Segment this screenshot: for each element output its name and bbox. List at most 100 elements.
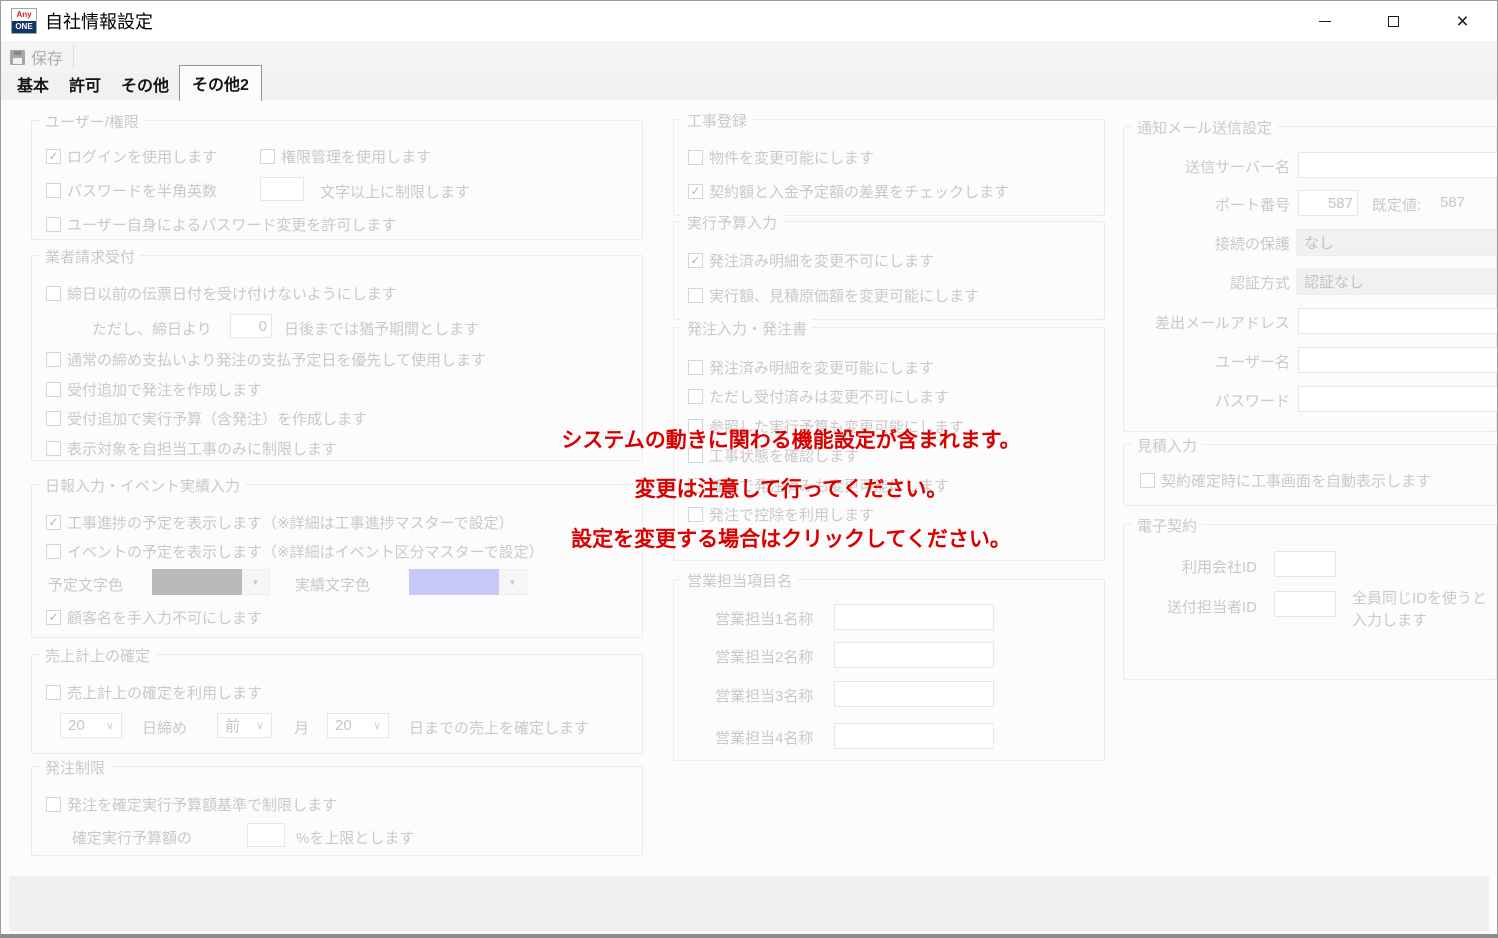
tab-other[interactable]: その他	[111, 69, 179, 100]
checkbox-no-manual-customer[interactable]	[46, 610, 61, 625]
port-input[interactable]	[1298, 190, 1358, 216]
chevron-down-icon: ∨	[256, 719, 264, 732]
checkbox-self-password-change[interactable]	[46, 217, 61, 232]
plan-text-color-dropdown[interactable]: ▼	[152, 569, 270, 595]
checkbox-label: ただし受付済みは変更不可にします	[709, 386, 949, 407]
tab-page-other2: ユーザー/権限 ログインを使用します 権限管理を使用します パスワードを半角英数…	[1, 100, 1497, 934]
checkbox-property-editable[interactable]	[688, 150, 703, 165]
checkbox-label: 実行額、見積原価額を変更可能にします	[709, 285, 979, 306]
mail-username-label: ユーザー名	[1130, 351, 1290, 372]
checkbox-restrict-own-projects[interactable]	[46, 441, 61, 456]
sales-rep2-label: 営業担当2名称	[715, 646, 813, 667]
close-button[interactable]: ×	[1428, 1, 1497, 41]
checkbox-label: 顧客名を手入力不可にします	[67, 607, 262, 628]
mail-password-label: パスワード	[1130, 390, 1290, 411]
group-construction-registration: 工事登録 物件を変更可能にします 契約額と入金予定額の差異をチェックします	[673, 119, 1105, 216]
sales-rep3-name-input[interactable]	[834, 681, 994, 707]
checkbox-use-permission-mgmt[interactable]	[260, 149, 275, 164]
sender-id-input[interactable]	[1274, 591, 1336, 617]
month-offset-select[interactable]: 前 ∨	[217, 713, 272, 738]
checkbox-row-password-alnum: パスワードを半角英数	[46, 179, 217, 201]
limit-percent-input[interactable]	[247, 823, 285, 847]
group-title: 見積入力	[1132, 435, 1202, 456]
password-min-length-input[interactable]	[260, 177, 304, 201]
checkbox-label: 発注済み明細を変更不可にします	[709, 250, 934, 271]
closing-day-select[interactable]: 20 ∨	[60, 713, 122, 738]
checkbox-limit-by-budget[interactable]	[46, 797, 61, 812]
plan-text-color-label: 予定文字色	[48, 574, 123, 595]
plan-color-dropdown-button[interactable]: ▼	[242, 569, 270, 595]
group-user-permissions: ユーザー/権限 ログインを使用します 権限管理を使用します パスワードを半角英数…	[31, 120, 643, 240]
sales-rep4-name-input[interactable]	[834, 723, 994, 749]
checkbox-show-event-plan[interactable]	[46, 544, 61, 559]
sales-rep1-name-input[interactable]	[834, 604, 994, 630]
actual-color-swatch	[409, 569, 499, 595]
chevron-down-icon: ▼	[509, 578, 517, 587]
checkbox-password-alnum[interactable]	[46, 183, 61, 198]
mail-username-input[interactable]	[1298, 347, 1498, 373]
from-address-input[interactable]	[1298, 308, 1498, 334]
connection-security-select[interactable]: なし	[1296, 229, 1498, 256]
closing-day-label: 日締め	[142, 717, 187, 738]
checkbox-auto-show-construction[interactable]	[1140, 473, 1155, 488]
group-title: 電子契約	[1132, 515, 1202, 536]
warning-line-1[interactable]: システムの動きに関わる機能設定が含まれます。	[541, 424, 1041, 454]
checkbox-row-restrict-own-projects: 表示対象を自担当工事のみに制限します	[46, 437, 337, 459]
checkbox-create-order-on-receipt[interactable]	[46, 382, 61, 397]
sales-rep4-label: 営業担当4名称	[715, 727, 813, 748]
grace-period-days-input[interactable]	[230, 314, 272, 338]
checkbox-ordered-details-editable[interactable]	[688, 360, 703, 375]
checkbox-row-auto-show-construction: 契約確定時に工事画面を自動表示します	[1140, 469, 1431, 491]
group-title: 発注制限	[40, 757, 110, 778]
warning-line-3[interactable]: 設定を変更する場合はクリックしてください。	[541, 523, 1041, 553]
checkbox-use-deduction[interactable]	[688, 507, 703, 522]
checkbox-use-sales-confirmation[interactable]	[46, 685, 61, 700]
month-label: 月	[294, 717, 309, 738]
checkbox-label: ユーザー自身によるパスワード変更を許可します	[67, 214, 396, 235]
checkbox-reject-before-closing[interactable]	[46, 286, 61, 301]
app-icon-bottom-text: ONE	[12, 21, 36, 33]
actual-text-color-dropdown[interactable]: ▼	[409, 569, 527, 595]
minimize-button[interactable]	[1290, 1, 1359, 41]
checkbox-amounts-editable[interactable]	[688, 288, 703, 303]
group-title: 業者請求受付	[40, 246, 140, 267]
smtp-server-input[interactable]	[1298, 152, 1498, 178]
tab-basic[interactable]: 基本	[7, 69, 59, 100]
checkbox-use-login[interactable]	[46, 149, 61, 164]
checkbox-row-check-amount-diff: 契約額と入金予定額の差異をチェックします	[688, 180, 1009, 202]
auth-method-select[interactable]: 認証なし	[1296, 268, 1498, 295]
checkbox-check-amount-diff[interactable]	[688, 184, 703, 199]
checkbox-show-progress-plan[interactable]	[46, 515, 61, 530]
sales-rep1-label: 営業担当1名称	[715, 608, 813, 629]
actual-color-dropdown-button[interactable]: ▼	[499, 569, 527, 595]
mail-password-input[interactable]	[1298, 386, 1498, 412]
checkbox-row-ordered-details-editable: 発注済み明細を変更可能にします	[688, 356, 934, 378]
checkbox-create-budget-on-receipt[interactable]	[46, 411, 61, 426]
checkbox-row-create-order-on-receipt: 受付追加で発注を作成します	[46, 378, 262, 400]
closing-day-value: 20	[68, 717, 85, 734]
until-day-select[interactable]: 20 ∨	[327, 713, 389, 738]
checkbox-ordered-details-locked[interactable]	[688, 253, 703, 268]
tab-other2[interactable]: その他2	[179, 65, 262, 101]
company-id-label: 利用会社ID	[1132, 556, 1257, 577]
warning-line-2[interactable]: 変更は注意して行ってください。	[541, 473, 1041, 503]
checkbox-label: 発注で控除を利用します	[709, 504, 874, 525]
checkbox-label: 通常の締め支払いより発注の支払予定日を優先して使用します	[67, 349, 486, 370]
checkbox-row-self-password-change: ユーザー自身によるパスワード変更を許可します	[46, 213, 396, 235]
sales-rep2-name-input[interactable]	[834, 642, 994, 668]
checkbox-received-locked[interactable]	[688, 389, 703, 404]
checkbox-label: 物件を変更可能にします	[709, 147, 874, 168]
tab-permit[interactable]: 許可	[59, 69, 111, 100]
maximize-button[interactable]	[1359, 1, 1428, 41]
checkbox-payment-priority[interactable]	[46, 352, 61, 367]
limit-percent-suffix: %を上限とします	[296, 827, 414, 848]
checkbox-label: 受付追加で発注を作成します	[67, 379, 262, 400]
group-title: 実行予算入力	[682, 212, 782, 233]
group-sales-rep-fields: 営業担当項目名 営業担当1名称 営業担当2名称 営業担当3名称 営業担当4名称	[673, 579, 1105, 761]
group-title: 日報入力・イベント実績入力	[40, 475, 245, 496]
until-day-suffix: 日までの売上を確定します	[409, 717, 589, 738]
sales-rep3-label: 営業担当3名称	[715, 685, 813, 706]
checkbox-label: 契約確定時に工事画面を自動表示します	[1161, 470, 1431, 491]
company-id-input[interactable]	[1274, 551, 1336, 577]
checkbox-row-amounts-editable: 実行額、見積原価額を変更可能にします	[688, 284, 979, 306]
